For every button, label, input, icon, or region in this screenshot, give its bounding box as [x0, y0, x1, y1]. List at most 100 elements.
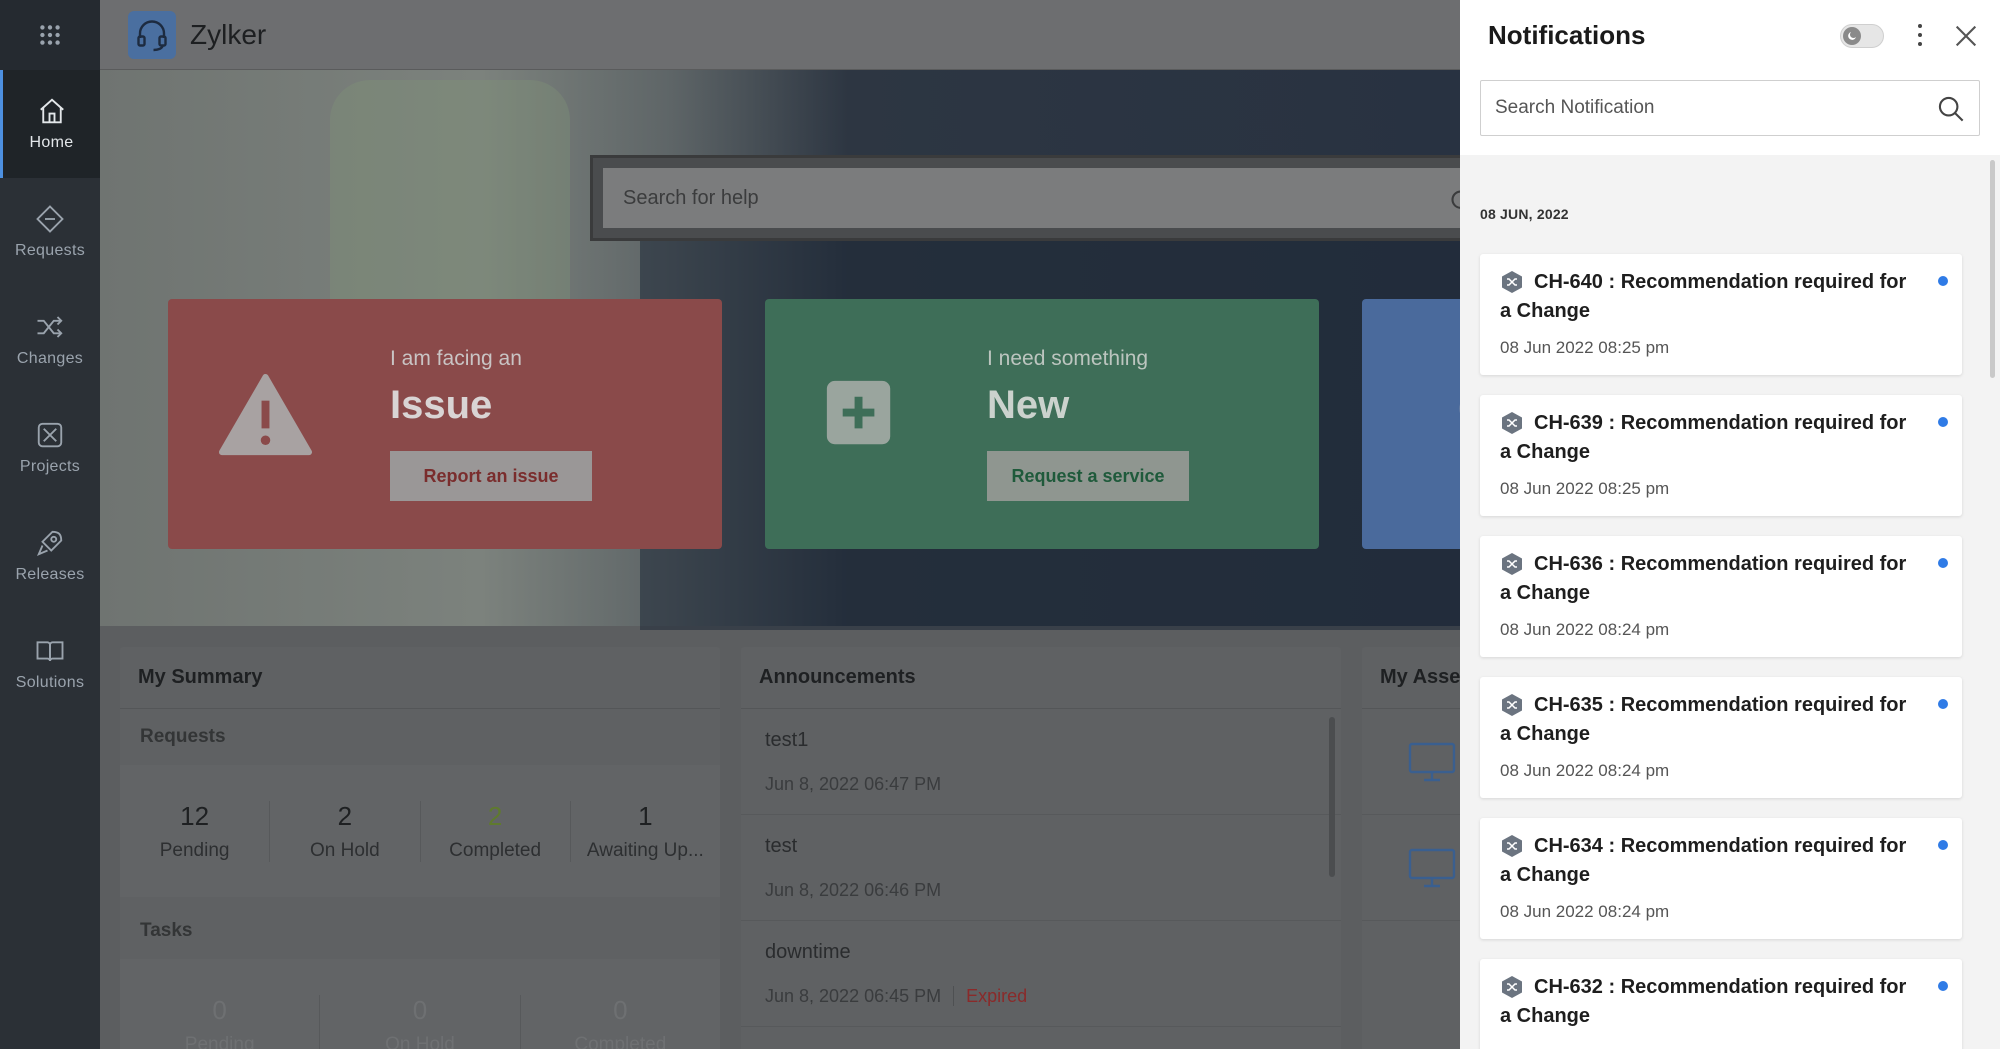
issue-card[interactable]: I am facing an Issue Report an issue [168, 299, 722, 549]
announcement-date-text: Jun 8, 2022 06:45 PM [765, 986, 942, 1006]
announcement-date: Jun 8, 2022 06:46 PM [765, 880, 1317, 901]
close-icon[interactable] [1952, 22, 1980, 50]
solutions-card[interactable] [1362, 299, 1460, 549]
stat-pending-tasks[interactable]: 0 Pending [120, 994, 321, 1049]
stat-value: 0 [412, 994, 428, 1025]
change-icon [1502, 271, 1522, 293]
brand-name: Zylker [190, 18, 267, 50]
nav-item-projects[interactable]: Projects [0, 394, 100, 502]
stat-label: On Hold [385, 1033, 455, 1049]
stat-value: 2 [337, 800, 353, 831]
toggle-knob [1843, 27, 1861, 45]
notification-search-input[interactable] [1481, 81, 1921, 135]
unread-dot [1938, 840, 1948, 850]
change-icon [1502, 694, 1522, 716]
stat-onhold-requests[interactable]: 2 On Hold [270, 800, 421, 862]
announcement-item[interactable]: test Jun 8, 2022 06:46 PM [741, 815, 1341, 921]
notification-item[interactable]: CH-640 : Recommendation required for a C… [1480, 254, 1962, 375]
notifications-panel: Notifications 08 JUN, 2022 CH-640 : Reco… [1460, 0, 2000, 1049]
more-options-icon[interactable] [1912, 20, 1928, 50]
solutions-icon [36, 641, 64, 662]
my-assets-title: My Asse [1362, 647, 1460, 709]
stat-completed-requests[interactable]: 2 Completed [421, 800, 571, 862]
notification-time: 08 Jun 2022 08:25 pm [1500, 479, 1670, 498]
announcement-date-text: Jun 8, 2022 06:46 PM [765, 880, 942, 900]
warning-icon [218, 373, 313, 456]
notification-item[interactable]: CH-634 : Recommendation required for a C… [1480, 818, 1962, 939]
nav-item-changes[interactable]: Changes [0, 286, 100, 394]
announcement-item[interactable]: test1 Jun 8, 2022 06:47 PM [741, 709, 1341, 815]
asset-item[interactable] [1362, 709, 1460, 815]
lightbulb-icon [1459, 404, 1460, 414]
unread-dot [1938, 981, 1948, 991]
stat-completed-tasks[interactable]: 0 Completed [521, 995, 720, 1049]
unread-dot [1938, 417, 1948, 427]
search-icon[interactable] [1449, 188, 1460, 216]
notification-item[interactable]: CH-636 : Recommendation required for a C… [1480, 536, 1962, 657]
stat-label: Completed [449, 839, 542, 861]
plus-icon [826, 380, 891, 445]
stat-onhold-tasks[interactable]: 0 On Hold [320, 994, 521, 1049]
help-search-input[interactable]: Search for help [603, 168, 1460, 228]
announcements-panel: Announcements test1 Jun 8, 2022 06:47 PM… [741, 647, 1341, 1049]
apps-launcher-button[interactable] [0, 0, 100, 70]
new-request-card[interactable]: I need something New Request a service [765, 299, 1319, 549]
home-icon [39, 98, 64, 124]
stat-awaiting-requests[interactable]: 1 Awaiting Up... [571, 801, 720, 862]
stat-value: 2 [487, 800, 503, 831]
request-service-button[interactable]: Request a service [987, 451, 1189, 501]
stat-pending-requests[interactable]: 12 Pending [120, 800, 271, 862]
notification-item[interactable]: CH-632 : Recommendation required for a C… [1480, 959, 1962, 1049]
notification-list: CH-640 : Recommendation required for a C… [1480, 254, 1962, 1049]
announcement-title: test [765, 835, 798, 857]
issue-card-subtitle: I am facing an [390, 347, 522, 370]
nav-label-requests: Requests [15, 242, 85, 259]
monitor-icon [1408, 848, 1456, 887]
task-stats: 0 Pending 0 On Hold 0 Completed [120, 959, 720, 1049]
notification-time: 08 Jun 2022 08:25 pm [1500, 338, 1670, 357]
left-navigation: Home Requests Changes Projects Releases … [0, 0, 100, 1049]
tasks-section-title: Tasks [140, 920, 193, 941]
dark-mode-toggle[interactable] [1840, 24, 1884, 48]
notifications-header: Notifications [1460, 0, 2000, 155]
stat-label: Awaiting Up... [586, 839, 704, 861]
notification-search [1480, 80, 1980, 136]
projects-icon [37, 422, 63, 448]
nav-item-releases[interactable]: Releases [0, 502, 100, 610]
report-issue-button[interactable]: Report an issue [390, 451, 592, 501]
announcement-title: test1 [765, 729, 809, 751]
brand-logo[interactable] [128, 10, 176, 59]
announcement-item[interactable]: downtime Jun 8, 2022 06:45 PM Expired [741, 921, 1341, 1027]
asset-item[interactable] [1362, 815, 1460, 921]
nav-label-home: Home [29, 134, 74, 151]
my-assets-panel: My Asse [1362, 647, 1460, 1049]
stat-value: 0 [212, 994, 227, 1025]
request-stats: 12 Pending 2 On Hold 2 Completed 1 Await… [120, 765, 720, 897]
help-search-bar: Search for help [590, 155, 1460, 241]
announcement-date-text: Jun 8, 2022 06:47 PM [765, 774, 942, 794]
announcement-title: downtime [765, 941, 851, 963]
moon-icon [1848, 32, 1856, 40]
search-icon[interactable] [1937, 95, 1965, 123]
nav-label-projects: Projects [19, 458, 81, 475]
notifications-scrollbar[interactable] [1990, 160, 1995, 378]
notification-date-group: 08 JUN, 2022 [1480, 206, 1569, 222]
notification-time: 08 Jun 2022 08:24 pm [1500, 902, 1670, 921]
change-icon [1502, 412, 1522, 434]
stat-label: Pending [184, 1033, 255, 1049]
nav-label-solutions: Solutions [15, 674, 85, 691]
announcements-scrollbar[interactable] [1329, 717, 1335, 877]
nav-item-home[interactable]: Home [0, 70, 100, 178]
stat-value: 0 [613, 994, 628, 1025]
notification-title: CH-635 : Recommendation required for a C… [1500, 694, 1907, 745]
notification-item[interactable]: CH-635 : Recommendation required for a C… [1480, 677, 1962, 798]
announcement-date: Jun 8, 2022 06:47 PM [765, 774, 1317, 795]
stat-value: 12 [180, 800, 210, 831]
nav-item-requests[interactable]: Requests [0, 178, 100, 286]
nav-item-solutions[interactable]: Solutions [0, 610, 100, 718]
new-card-subtitle: I need something [987, 347, 1149, 370]
notification-item[interactable]: CH-639 : Recommendation required for a C… [1480, 395, 1962, 516]
notification-title: CH-639 : Recommendation required for a C… [1500, 412, 1907, 463]
issue-card-title: Issue [390, 383, 493, 427]
unread-dot [1938, 276, 1948, 286]
